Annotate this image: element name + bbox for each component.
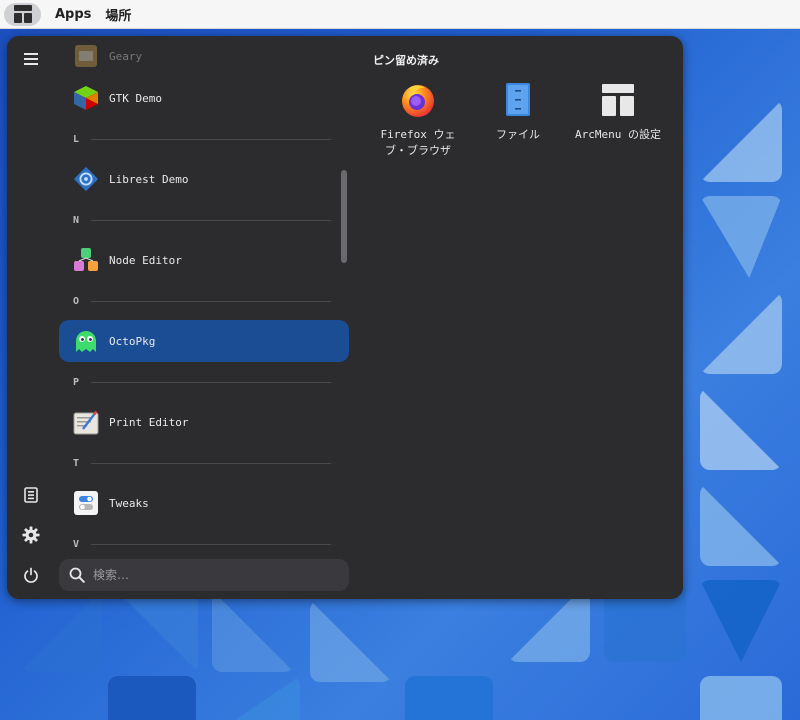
hamburger-icon [24, 53, 38, 65]
power-icon [24, 567, 38, 583]
librest-demo-icon [73, 166, 99, 192]
section-header-o: O [73, 293, 331, 309]
app-item-octopkg[interactable]: OctoPkg [59, 320, 349, 362]
top-bar: Apps 場所 [0, 0, 800, 29]
section-header-n: N [73, 212, 331, 228]
gear-icon [22, 526, 40, 544]
node-editor-icon [73, 247, 99, 273]
app-item-print-editor[interactable]: Print Editor [59, 401, 349, 443]
octopkg-icon [73, 328, 99, 354]
power-button[interactable] [19, 563, 43, 587]
section-header-v: V [73, 536, 331, 552]
print-editor-icon [73, 409, 99, 435]
arcmenu-panel-icon [13, 5, 32, 23]
section-header-p: P [73, 374, 331, 390]
app-list[interactable]: Geary GTK Demo L Librest Demo N Node Edi… [59, 36, 351, 552]
software-button[interactable] [19, 483, 43, 507]
search-box[interactable] [59, 559, 349, 591]
section-header-l: L [73, 131, 331, 147]
app-list-scrollbar[interactable] [341, 170, 347, 263]
pinned-arcmenu-settings[interactable]: ArcMenu の設定 [573, 80, 663, 143]
activities-button[interactable] [4, 2, 41, 26]
search-input[interactable] [93, 568, 333, 582]
geary-icon [73, 43, 99, 69]
hamburger-button[interactable] [19, 47, 43, 71]
arcmenu-settings-icon [598, 80, 638, 120]
app-item-geary[interactable]: Geary [59, 36, 349, 77]
pinned-section-title: ピン留め済み [373, 54, 439, 67]
arcmenu-panel: Geary GTK Demo L Librest Demo N Node Edi… [7, 36, 683, 599]
pinned-files[interactable]: ファイル [473, 80, 563, 143]
app-item-tweaks[interactable]: Tweaks [59, 482, 349, 524]
search-icon [69, 567, 85, 583]
section-header-t: T [73, 455, 331, 471]
settings-button[interactable] [19, 523, 43, 547]
pinned-firefox[interactable]: Firefox ウェブ・ブラウザ [373, 80, 463, 159]
tweaks-icon [73, 490, 99, 516]
firefox-icon [398, 80, 438, 120]
app-item-gtk-demo[interactable]: GTK Demo [59, 77, 349, 119]
places-menu[interactable]: 場所 [105, 5, 131, 24]
app-item-librest-demo[interactable]: Librest Demo [59, 158, 349, 200]
apps-menu[interactable]: Apps [55, 7, 91, 22]
software-icon [24, 487, 38, 503]
gtk-demo-icon [73, 85, 99, 111]
files-icon [498, 80, 538, 120]
app-item-node-editor[interactable]: Node Editor [59, 239, 349, 281]
